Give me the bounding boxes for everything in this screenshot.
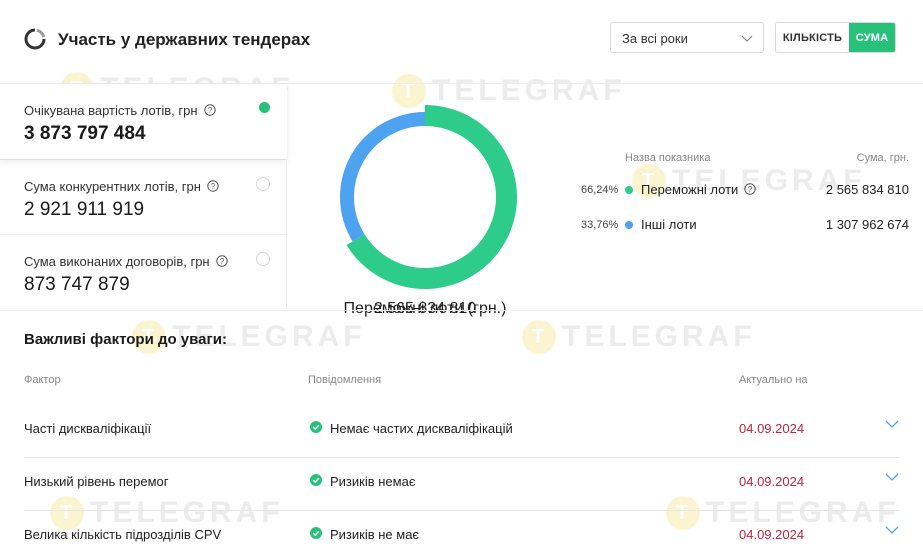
factors-section: Важливі фактори до уваги: Фактор Повідом…: [0, 310, 923, 560]
section-header: Участь у державних тендерах За всі роки …: [0, 0, 923, 84]
check-circle-icon: [310, 421, 322, 433]
legend-dot: [625, 221, 633, 229]
column-header-date: Актуально на: [739, 374, 808, 386]
chevron-down-icon[interactable]: [885, 525, 899, 535]
donut-inner-ring: [355, 127, 495, 267]
column-header-message: Повідомлення: [308, 374, 382, 386]
factor-name: Велика кількість підрозділів CPV: [24, 527, 222, 542]
metric-value: 873 747 879: [24, 274, 130, 295]
donut-chart-icon: [24, 28, 46, 50]
toggle-count-button[interactable]: КІЛЬКІСТЬ: [776, 23, 849, 52]
legend-row-other-lots: 33,76% Інші лоти 1 307 962 674: [575, 215, 915, 237]
info-icon[interactable]: ?: [215, 255, 228, 267]
legend-dot: [625, 186, 633, 194]
metric-value: 2 921 911 919: [24, 199, 145, 220]
column-header-factor: Фактор: [24, 374, 61, 386]
period-select[interactable]: За всі роки: [610, 22, 764, 53]
legend-amount: 2 565 834 810: [825, 182, 909, 197]
metric-radio[interactable]: [256, 177, 270, 191]
factor-row[interactable]: Низький рівень перемог Ризиків немає 04.…: [24, 458, 899, 511]
donut-chart-svg: [340, 105, 517, 289]
factor-date: 04.09.2024: [739, 527, 805, 542]
metric-label-wrap: Сума конкурентних лотів, грн?: [24, 179, 219, 194]
page-title: Участь у державних тендерах: [58, 30, 311, 49]
factors-title: Важливі фактори до уваги:: [24, 331, 227, 348]
donut-chart: Переможні лоти (грн.) 2 565 834 810: [330, 100, 520, 317]
factor-message: Немає частих дискваліфікацій: [330, 421, 513, 436]
metrics-list: Очікувана вартість лотів, грн? 3 873 797…: [0, 84, 287, 310]
factor-message: Ризиків немає: [330, 474, 416, 489]
metric-radio[interactable]: [256, 252, 270, 266]
info-icon[interactable]: ?: [207, 180, 219, 192]
factor-date: 04.09.2024: [739, 474, 805, 489]
factor-message: Ризиків не має: [330, 527, 420, 542]
factor-row[interactable]: Велика кількість підрозділів CPV Ризиків…: [24, 511, 899, 560]
legend-percent: 33,76%: [581, 219, 619, 231]
svg-text:?: ?: [207, 106, 212, 115]
chevron-down-icon[interactable]: [885, 472, 899, 482]
legend-header-sum: Сума, грн.: [856, 152, 909, 164]
check-circle-icon: [310, 527, 322, 539]
chevron-down-icon: [741, 35, 753, 42]
factor-name: Низький рівень перемог: [24, 474, 169, 489]
metric-label-wrap: Очікувана вартість лотів, грн?: [24, 103, 216, 118]
factor-row[interactable]: Часті дискваліфікації Немає частих дискв…: [24, 405, 899, 458]
legend-header-name: Назва показника: [625, 152, 711, 164]
metric-competitive-lots[interactable]: Сума конкурентних лотів, грн? 2 921 911 …: [0, 159, 287, 234]
metric-value: 3 873 797 484: [24, 123, 146, 144]
legend-row-winning-lots: 66,24% Переможні лоти? 2 565 834 810: [575, 180, 915, 202]
toggle-sum-button[interactable]: СУМА: [849, 23, 895, 52]
factor-name: Часті дискваліфікації: [24, 421, 152, 436]
period-select-value: За всі роки: [622, 31, 688, 46]
metric-label: Очікувана вартість лотів, грн: [24, 103, 198, 118]
chevron-down-icon[interactable]: [885, 419, 899, 429]
svg-text:?: ?: [219, 257, 224, 266]
legend-name: Переможні лоти: [641, 182, 739, 197]
metric-radio-selected[interactable]: [259, 102, 270, 113]
value-mode-toggle: КІЛЬКІСТЬ СУМА: [775, 22, 896, 53]
factor-date: 04.09.2024: [739, 421, 805, 436]
legend-name: Інші лоти: [641, 217, 697, 232]
metric-expected-value[interactable]: Очікувана вартість лотів, грн? 3 873 797…: [0, 84, 287, 159]
metric-label: Сума конкурентних лотів, грн: [24, 179, 201, 194]
metric-label-wrap: Сума виконаних договорів, грн?: [24, 254, 228, 269]
metric-completed-contracts[interactable]: Сума виконаних договорів, грн? 873 747 8…: [0, 234, 287, 309]
info-icon[interactable]: ?: [203, 104, 216, 116]
legend-percent: 66,24%: [581, 184, 619, 196]
metric-label: Сума виконаних договорів, грн: [24, 254, 210, 269]
legend-amount: 1 307 962 674: [825, 217, 909, 232]
check-circle-icon: [310, 474, 322, 486]
legend-name-wrap: Переможні лоти?: [641, 182, 757, 197]
svg-text:?: ?: [748, 185, 753, 194]
info-icon[interactable]: ?: [744, 183, 757, 195]
svg-text:?: ?: [211, 182, 216, 191]
